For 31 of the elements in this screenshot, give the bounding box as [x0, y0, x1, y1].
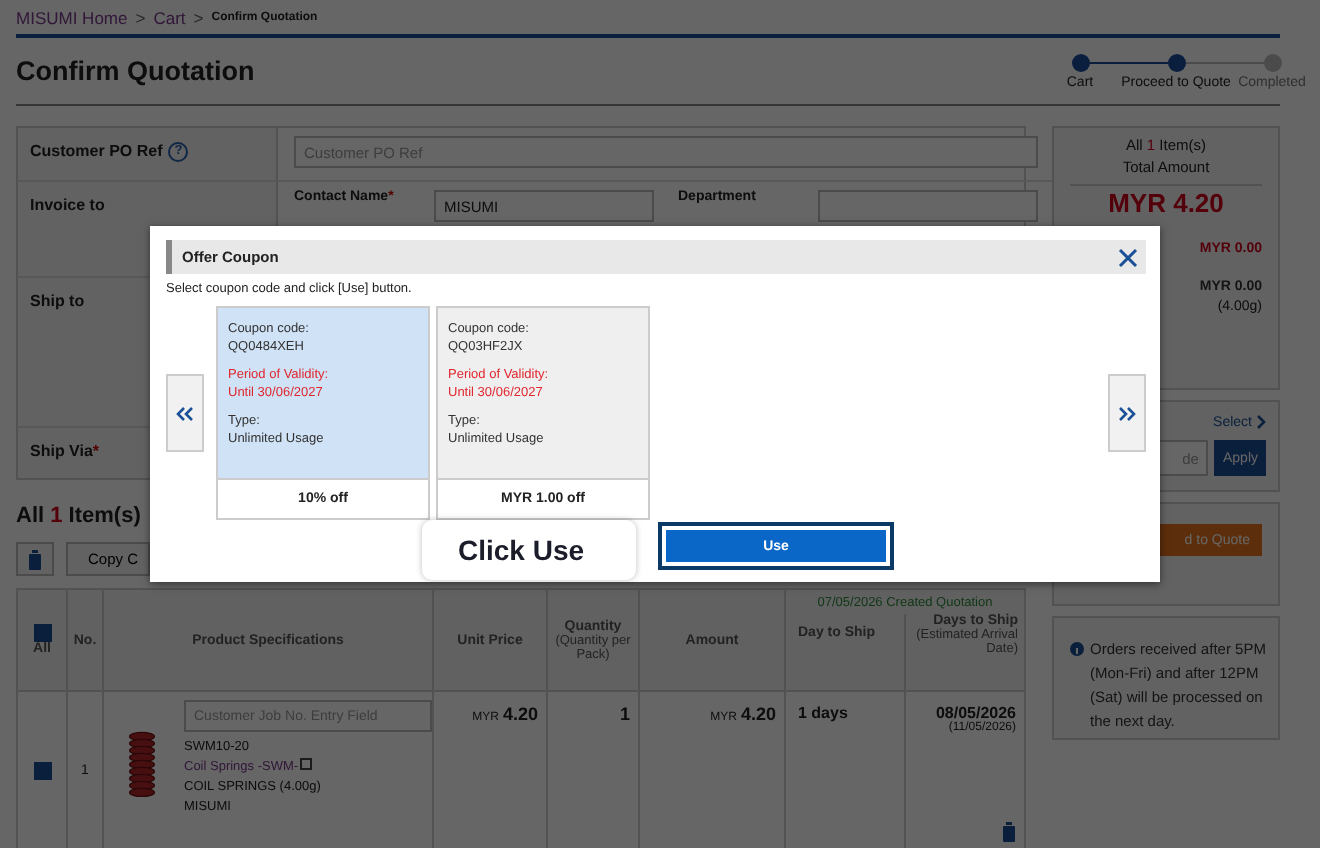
breadcrumb-link[interactable]: MISUMI Home — [16, 7, 128, 27]
days-to-ship: 1 days — [798, 704, 848, 722]
text-input-field[interactable] — [818, 190, 1038, 222]
page-title: Confirm Quotation — [16, 56, 255, 86]
row-checkbox[interactable] — [33, 761, 51, 779]
callout-text: Click Use — [458, 534, 585, 566]
ship-date: 08/05/2026 — [933, 704, 1016, 722]
quantity: 1 — [619, 704, 630, 724]
close-icon — [1118, 247, 1138, 267]
field-label: Ship to — [30, 292, 85, 310]
field-label: Invoice to — [30, 196, 105, 214]
previous-button[interactable] — [166, 374, 204, 452]
field-label: Customer PO Ref — [30, 142, 163, 160]
delete-row-button[interactable] — [1002, 822, 1016, 842]
chevron-right-icon — [1256, 414, 1266, 430]
double-chevron-left-icon — [176, 405, 194, 421]
delete-button[interactable] — [16, 542, 54, 576]
breadcrumb-separator: > — [135, 7, 146, 27]
info-icon — [1070, 642, 1084, 656]
close-button[interactable] — [1118, 247, 1138, 267]
breadcrumb-separator: > — [193, 7, 204, 27]
double-chevron-right-icon — [1118, 405, 1136, 421]
total-amount: MYR 4.20 — [1070, 184, 1262, 218]
trash-icon — [28, 549, 42, 569]
breadcrumb-link[interactable]: Cart — [153, 7, 186, 27]
select-all-checkbox[interactable] — [33, 624, 51, 642]
trash-icon — [1002, 822, 1016, 842]
field-label: Ship Via* — [30, 442, 100, 460]
external-link-icon — [300, 758, 313, 770]
next-button[interactable] — [1108, 374, 1146, 452]
items-heading: All 1 Item(s) — [16, 504, 143, 528]
